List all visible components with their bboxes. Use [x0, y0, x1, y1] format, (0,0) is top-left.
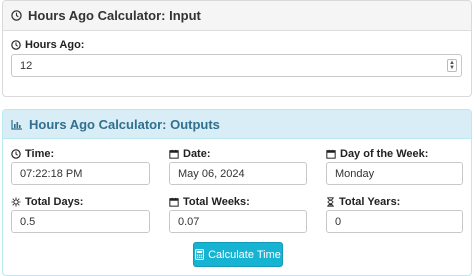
time-value: 07:22:18 PM [20, 167, 83, 180]
date-label-text: Date: [183, 148, 211, 160]
hourglass-icon [326, 197, 335, 207]
bar-chart-icon [11, 119, 23, 130]
calculate-time-label: Calculate Time [208, 248, 281, 261]
calendar-icon [169, 149, 179, 159]
clock-icon [11, 149, 21, 159]
time-label-text: Time: [25, 148, 55, 160]
date-label: Date: [169, 148, 211, 160]
time-label: Time: [11, 148, 54, 160]
hours-ago-label-text: Hours Ago: [25, 39, 85, 51]
chevron-down-icon[interactable]: ▼ [449, 65, 455, 71]
total-weeks-label: Total Weeks: [169, 196, 250, 208]
day-of-week-label-text: Day of the Week: [340, 148, 429, 160]
date-output[interactable]: May 06, 2024 [169, 162, 307, 185]
calculate-time-button[interactable]: Calculate Time [193, 242, 283, 267]
hours-ago-value: 12 [20, 59, 33, 72]
total-days-value: 0.5 [20, 215, 36, 228]
total-weeks-output[interactable]: 0.07 [169, 210, 307, 233]
total-years-output[interactable]: 0 [326, 210, 463, 233]
calculator-icon [195, 249, 205, 260]
hours-ago-stepper[interactable]: ▲ ▼ [447, 59, 457, 72]
time-output[interactable]: 07:22:18 PM [11, 162, 150, 185]
total-days-label-text: Total Days: [25, 196, 84, 208]
total-years-value: 0 [335, 215, 342, 228]
date-value: May 06, 2024 [178, 167, 245, 180]
input-panel-heading: Hours Ago Calculator: Input [3, 1, 471, 31]
calendar-icon [169, 197, 179, 207]
input-panel-title: Hours Ago Calculator: Input [28, 8, 201, 23]
total-weeks-label-text: Total Weeks: [183, 196, 250, 208]
clock-icon [11, 40, 21, 50]
total-years-label: Total Years: [326, 196, 400, 208]
sun-icon [11, 197, 21, 207]
day-of-week-value: Monday [335, 167, 375, 180]
total-years-label-text: Total Years: [339, 196, 401, 208]
total-days-label: Total Days: [11, 196, 83, 208]
calendar-icon [326, 149, 336, 159]
hours-ago-label: Hours Ago: [11, 39, 84, 51]
output-panel-title: Hours Ago Calculator: Outputs [29, 116, 220, 132]
total-weeks-value: 0.07 [178, 215, 200, 228]
hours-ago-input[interactable]: 12 ▲ ▼ [11, 54, 462, 77]
output-panel-heading: Hours Ago Calculator: Outputs [3, 110, 471, 139]
clock-icon [11, 10, 22, 21]
total-days-output[interactable]: 0.5 [11, 210, 150, 233]
day-of-week-label: Day of the Week: [326, 148, 428, 160]
day-of-week-output[interactable]: Monday [326, 162, 463, 185]
